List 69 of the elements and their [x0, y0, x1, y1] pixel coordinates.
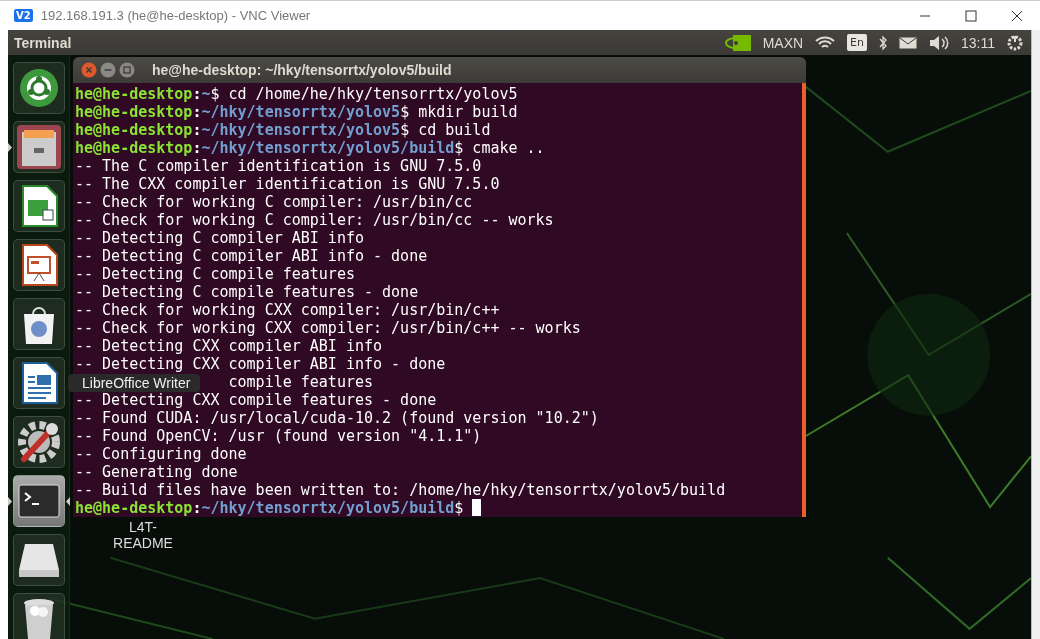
output-line: -- Detecting CXX compiler ABI info - done	[75, 355, 446, 373]
prompt-user: he@he-desktop	[75, 121, 193, 139]
prompt-path: ~/hky/tensorrtx/yolov5	[201, 103, 401, 121]
command-text: $	[454, 499, 465, 517]
output-line: -- Detecting C compiler ABI info	[75, 229, 364, 247]
volume-icon[interactable]	[929, 34, 949, 51]
active-app-name: Terminal	[14, 34, 73, 51]
output-line: -- The CXX compiler identification is GNU 7.5.0	[75, 175, 500, 193]
prompt-colon: :	[192, 103, 202, 121]
prompt-user: he@he-desktop	[75, 499, 193, 517]
prompt-colon: :	[192, 499, 202, 517]
terminal-title: he@he-desktop: ~/hky/tensorrtx/yolov5/build	[152, 62, 452, 78]
keyboard-layout[interactable]: En	[847, 34, 867, 51]
prompt-path: ~/hky/tensorrtx/yolov5/build	[201, 139, 455, 157]
prompt-user: he@he-desktop	[75, 85, 193, 103]
launcher-item[interactable]	[12, 121, 65, 173]
prompt-user: he@he-desktop	[75, 103, 193, 121]
launcher-item[interactable]	[12, 298, 65, 350]
drive-icon	[16, 542, 61, 578]
output-line: -- Detecting C compiler ABI info - done	[75, 247, 428, 265]
launcher-item[interactable]	[12, 534, 65, 586]
command-text: $ cd /home/he/hky/tensorrtx/yolov5	[210, 85, 518, 103]
power-mode[interactable]: MAXN	[762, 34, 804, 51]
prompt-user: he@he-desktop	[75, 139, 193, 157]
launcher-item[interactable]	[12, 239, 65, 291]
output-line: compile features	[228, 373, 373, 391]
output-line: -- Check for working C compiler: /usr/bin/cc -- works	[75, 211, 554, 229]
output-line: -- Check for working C compiler: /usr/bin/cc	[75, 193, 473, 211]
command-text: $ cd build	[400, 121, 491, 139]
output-line: -- Detecting C compile features	[75, 265, 355, 283]
app-logo: V2	[14, 9, 33, 22]
output-line: -- The C compiler identification is GNU 7.5.0	[75, 157, 482, 175]
gear-wrench-icon	[15, 419, 62, 465]
output-line: -- Generating done	[75, 463, 238, 481]
launcher-item[interactable]	[12, 475, 65, 527]
file-cabinet-icon	[15, 124, 62, 170]
desktop-icon-label[interactable]: L4T-README	[103, 519, 183, 551]
command-text: $ cmake ..	[454, 139, 545, 157]
ubuntu-logo-icon	[18, 68, 59, 108]
prompt-colon: :	[192, 85, 202, 103]
output-line: -- Check for working CXX compiler: /usr/bin/c++ -- works	[75, 319, 581, 337]
window-title: 192.168.191.3 (he@he-desktop) - VNC Viewer	[40, 8, 312, 23]
prompt-path: ~/hky/tensorrtx/yolov5	[201, 121, 401, 139]
launcher-item[interactable]	[12, 357, 65, 409]
launcher-item[interactable]	[12, 180, 65, 232]
command-text: $ mkdir build	[400, 103, 518, 121]
prompt-colon: :	[192, 139, 202, 157]
gear-icon[interactable]	[1007, 34, 1023, 51]
bluetooth-icon[interactable]	[879, 34, 887, 51]
mail-icon[interactable]	[899, 36, 917, 49]
output-line: -- Configuring done	[75, 445, 247, 463]
launcher-item[interactable]	[12, 62, 65, 114]
prompt-colon: :	[192, 121, 202, 139]
prompt-path: ~	[201, 85, 211, 103]
wifi-icon[interactable]	[815, 35, 836, 50]
clock[interactable]: 13:11	[961, 34, 995, 51]
output-line: -- Detecting C compile features - done	[75, 283, 419, 301]
output-line: -- Detecting CXX compiler ABI info	[75, 337, 383, 355]
output-line: -- Found OpenCV: /usr (found version "4.1.1")	[75, 427, 482, 445]
prompt-path: ~/hky/tensorrtx/yolov5/build	[201, 499, 455, 517]
terminal-icon	[17, 484, 60, 518]
launcher-item[interactable]	[12, 416, 65, 468]
output-line: -- Found CUDA: /usr/local/cuda-10.2 (found version "10.2")	[75, 409, 599, 427]
output-line: -- Detecting CXX compile features - done	[75, 391, 437, 409]
eye-logo-icon[interactable]	[724, 34, 751, 51]
output-line: -- Check for working CXX compiler: /usr/bin/c++	[75, 301, 500, 319]
launcher-item[interactable]	[12, 593, 65, 639]
output-line: -- Build files have been written to: /home/he/hky/tensorrtx/yolov5/build	[75, 481, 726, 499]
tooltip: LibreOffice Writer	[68, 374, 201, 392]
